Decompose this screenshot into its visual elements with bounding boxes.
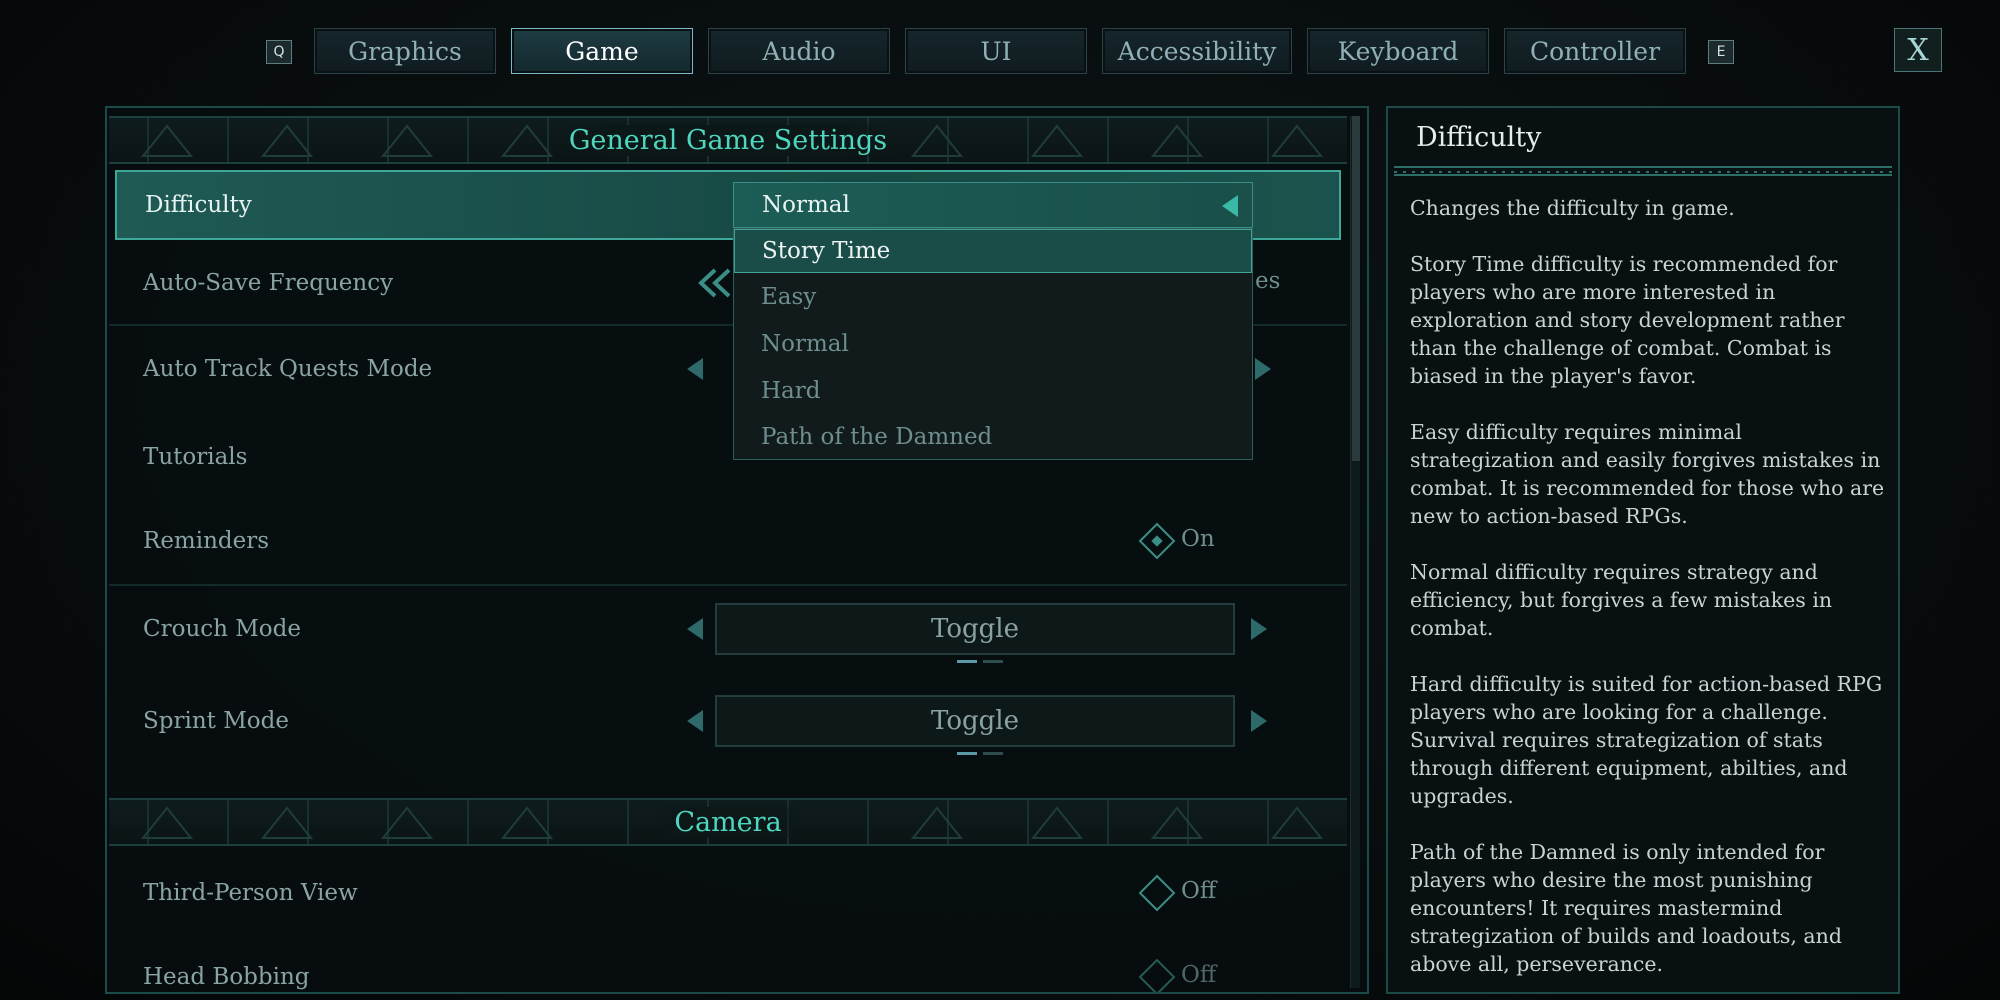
description-paragraph: Normal difficulty requires strategy and …	[1410, 560, 1833, 640]
settings-tab-bar: Q Graphics Game Audio UI Accessibility K…	[0, 28, 2000, 76]
description-paragraph: Path of the Damned is only intended for …	[1410, 840, 1842, 976]
tab-game[interactable]: Game	[511, 28, 693, 74]
arrow-left-icon[interactable]	[687, 358, 703, 380]
setting-label-auto-track: Auto Track Quests Mode	[143, 356, 433, 382]
setting-selector-sprint[interactable]: Toggle	[715, 695, 1235, 747]
setting-label-tutorials: Tutorials	[143, 444, 248, 470]
tab-keyboard[interactable]: Keyboard	[1307, 28, 1489, 74]
arrow-left-icon[interactable]	[687, 618, 703, 640]
setting-selector-crouch[interactable]: Toggle	[715, 603, 1235, 655]
setting-row-head-bobbing[interactable]: Head Bobbing Off	[115, 942, 1341, 992]
description-paragraph: Easy difficulty requires minimal strateg…	[1410, 420, 1885, 528]
ornament-icon	[140, 124, 194, 157]
description-paragraph: Hard difficulty is suited for action-bas…	[1410, 672, 1883, 808]
section-title-general: General Game Settings	[550, 124, 906, 156]
setting-row-third-person[interactable]: Third-Person View Off	[115, 858, 1341, 928]
section-header-general: General Game Settings	[109, 116, 1347, 164]
checkbox-diamond-icon[interactable]	[1138, 874, 1176, 912]
setting-row-sprint[interactable]: Sprint Mode Toggle	[115, 686, 1341, 756]
ornament-icon	[1150, 124, 1204, 157]
dropdown-option-path-of-the-damned[interactable]: Path of the Damned	[734, 415, 1252, 459]
setting-row-crouch[interactable]: Crouch Mode Toggle	[115, 594, 1341, 664]
arrow-right-icon[interactable]	[1255, 358, 1271, 380]
arrow-right-icon[interactable]	[1251, 710, 1267, 732]
tab-audio[interactable]: Audio	[708, 28, 890, 74]
ornament-icon	[1030, 124, 1084, 157]
ornament-icon	[1270, 124, 1324, 157]
difficulty-dropdown-list: Story Time Easy Normal Hard Path of the …	[733, 228, 1253, 460]
setting-label-reminders: Reminders	[143, 528, 270, 554]
description-panel: Difficulty Changes the difficulty in gam…	[1386, 106, 1900, 994]
ornament-icon	[910, 806, 964, 839]
setting-label-crouch: Crouch Mode	[143, 616, 301, 642]
caret-left-icon	[1222, 195, 1238, 217]
setting-label-difficulty: Difficulty	[145, 192, 252, 218]
description-divider	[1394, 166, 1892, 176]
next-tab-key-hint[interactable]: E	[1708, 40, 1734, 64]
setting-value-head-bobbing: Off	[1181, 962, 1217, 988]
tab-ui[interactable]: UI	[905, 28, 1087, 74]
dropdown-option-normal[interactable]: Normal	[734, 322, 1252, 366]
settings-scrollbar[interactable]	[1350, 116, 1360, 988]
close-button[interactable]: X	[1894, 28, 1942, 72]
setting-label-third-person: Third-Person View	[143, 880, 358, 906]
ornament-icon	[910, 124, 964, 157]
dropdown-option-easy[interactable]: Easy	[734, 275, 1252, 319]
section-header-camera: Camera	[109, 798, 1347, 846]
ornament-icon	[1270, 806, 1324, 839]
description-body: Changes the difficulty in game. Story Ti…	[1410, 194, 1888, 1000]
option-pips	[957, 660, 1003, 663]
setting-row-reminders[interactable]: Reminders On	[115, 506, 1341, 576]
tab-controller[interactable]: Controller	[1504, 28, 1686, 74]
dropdown-option-hard[interactable]: Hard	[734, 369, 1252, 413]
checkbox-diamond-icon[interactable]	[1138, 522, 1176, 560]
description-paragraph: Story Time difficulty is recommended for…	[1410, 252, 1845, 388]
setting-label-sprint: Sprint Mode	[143, 708, 289, 734]
setting-label-head-bobbing: Head Bobbing	[143, 964, 310, 990]
ornament-icon	[1150, 806, 1204, 839]
tab-accessibility[interactable]: Accessibility	[1102, 28, 1292, 74]
tab-graphics[interactable]: Graphics	[314, 28, 496, 74]
section-title-camera: Camera	[656, 806, 800, 838]
row-divider	[109, 584, 1347, 586]
description-paragraph: Changes the difficulty in game.	[1410, 196, 1735, 220]
ornament-icon	[1030, 806, 1084, 839]
setting-label-autosave: Auto-Save Frequency	[143, 270, 394, 296]
ornament-icon	[380, 806, 434, 839]
arrow-right-icon[interactable]	[1251, 618, 1267, 640]
ornament-icon	[140, 806, 194, 839]
difficulty-dropdown-current[interactable]: Normal	[733, 182, 1253, 228]
prev-tab-key-hint[interactable]: Q	[266, 40, 292, 64]
setting-value-third-person: Off	[1181, 878, 1217, 904]
ornament-icon	[500, 124, 554, 157]
ornament-icon	[380, 124, 434, 157]
checkbox-diamond-icon[interactable]	[1138, 958, 1176, 992]
option-pips	[957, 752, 1003, 755]
ornament-icon	[500, 806, 554, 839]
setting-value-reminders: On	[1181, 526, 1215, 552]
ornament-icon	[260, 806, 314, 839]
description-title: Difficulty	[1416, 122, 1542, 153]
setting-value-autosave: es	[1255, 268, 1281, 294]
difficulty-dropdown-value: Normal	[762, 192, 850, 218]
arrow-left-icon[interactable]	[687, 710, 703, 732]
ornament-icon	[260, 124, 314, 157]
scrollbar-thumb[interactable]	[1352, 116, 1360, 461]
dropdown-option-story-time[interactable]: Story Time	[734, 229, 1252, 273]
